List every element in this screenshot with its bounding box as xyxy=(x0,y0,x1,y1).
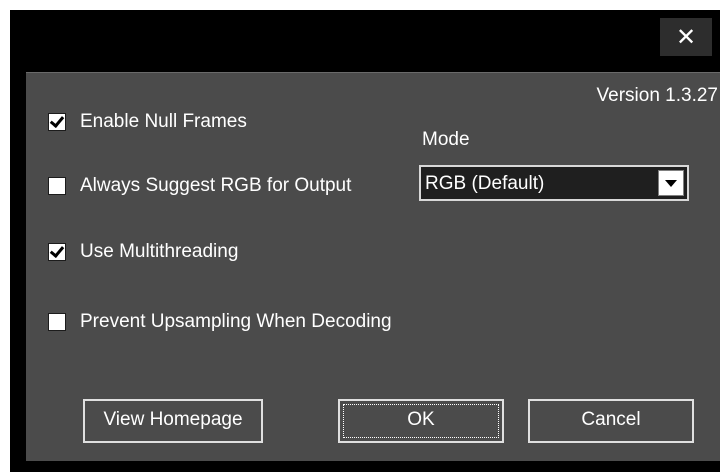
mode-dropdown[interactable]: RGB (Default) xyxy=(419,165,689,201)
option-always-suggest-rgb[interactable]: Always Suggest RGB for Output xyxy=(48,173,351,199)
close-button[interactable]: ✕ xyxy=(660,18,712,56)
version-label: Version 1.3.27 xyxy=(596,85,718,106)
checkbox-enable-null-frames[interactable] xyxy=(48,112,66,131)
option-label: Use Multithreading xyxy=(80,241,239,262)
dropdown-arrow-button[interactable] xyxy=(658,170,684,196)
checkmark-icon xyxy=(49,242,65,259)
ok-button[interactable]: OK xyxy=(338,399,504,443)
checkbox-always-suggest-rgb[interactable] xyxy=(48,177,66,195)
checkmark-icon xyxy=(49,112,65,129)
close-icon: ✕ xyxy=(675,23,697,51)
option-use-multithreading[interactable]: Use Multithreading xyxy=(48,239,238,265)
option-enable-null-frames[interactable]: Enable Null Frames xyxy=(48,109,247,135)
checkbox-prevent-upsampling[interactable] xyxy=(48,313,66,331)
checkbox-use-multithreading[interactable] xyxy=(48,242,66,261)
option-label: Prevent Upsampling When Decoding xyxy=(80,311,392,332)
chevron-down-icon xyxy=(665,180,677,187)
option-label: Enable Null Frames xyxy=(80,111,247,132)
title-bar: ✕ xyxy=(10,10,720,68)
mode-selected-value: RGB (Default) xyxy=(425,173,545,194)
option-prevent-upsampling[interactable]: Prevent Upsampling When Decoding xyxy=(48,309,392,335)
mode-label: Mode xyxy=(422,129,470,150)
settings-panel: Version 1.3.27 Enable Null Frames Always… xyxy=(26,72,720,461)
option-label: Always Suggest RGB for Output xyxy=(80,175,352,196)
dialog-window: ✕ Version 1.3.27 Enable Null Frames Alwa… xyxy=(10,10,720,472)
cancel-button[interactable]: Cancel xyxy=(528,399,694,443)
focus-rectangle xyxy=(343,404,499,438)
view-homepage-button[interactable]: View Homepage xyxy=(83,399,263,443)
